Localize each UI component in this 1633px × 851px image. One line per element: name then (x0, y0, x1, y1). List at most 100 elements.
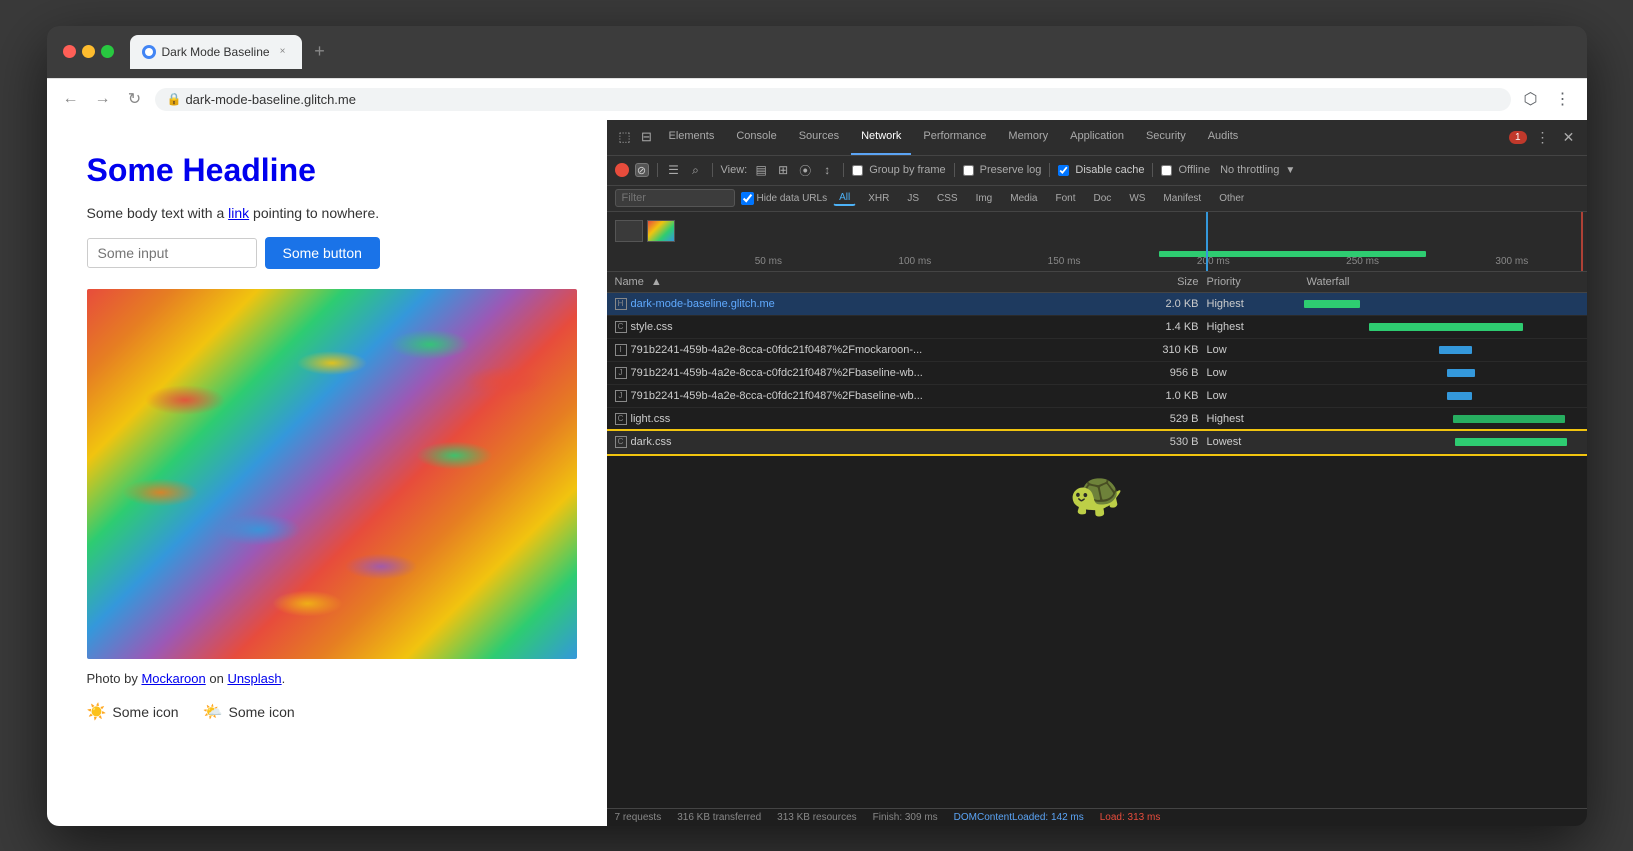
col-header-size[interactable]: Size (1119, 276, 1199, 288)
row-priority-7: Lowest (1199, 436, 1299, 448)
filter-all-tag[interactable]: All (833, 190, 856, 206)
table-row[interactable]: C dark.css 530 B Lowest (607, 431, 1587, 454)
table-row[interactable]: C style.css 1.4 KB Highest (607, 316, 1587, 339)
table-row[interactable]: I 791b2241-459b-4a2e-8cca-c0fdc21f0487%2… (607, 339, 1587, 362)
disable-cache-checkbox[interactable] (1058, 165, 1069, 176)
preserve-log-checkbox[interactable] (963, 165, 974, 176)
devtools-inspect-icon[interactable]: ⬚ (615, 127, 635, 147)
filter-ws-tag[interactable]: WS (1123, 191, 1151, 206)
page-headline: Some Headline (87, 152, 567, 189)
row-name-6: light.css (631, 413, 1119, 425)
extensions-icon[interactable]: ⬡ (1519, 87, 1543, 111)
toolbar-separator-2 (712, 163, 713, 177)
devtools-device-icon[interactable]: ⊟ (637, 127, 657, 147)
minimize-window-button[interactable] (82, 45, 95, 58)
row-size-1: 2.0 KB (1119, 298, 1199, 310)
view-icon-2[interactable]: ⊞ (775, 162, 791, 178)
row-icon-img: I (615, 344, 627, 356)
col-header-priority[interactable]: Priority (1199, 276, 1299, 288)
photo-credit-after: . (282, 671, 286, 686)
filter-css-tag[interactable]: CSS (931, 191, 964, 206)
view-icon-3[interactable]: ⦿ (797, 162, 813, 178)
offline-label: Offline (1178, 164, 1210, 176)
row-size-2: 1.4 KB (1119, 321, 1199, 333)
photo-credit: Photo by Mockaroon on Unsplash. (87, 671, 567, 686)
filter-xhr-tag[interactable]: XHR (862, 191, 895, 206)
tab-sources[interactable]: Sources (789, 120, 849, 155)
some-input[interactable] (87, 238, 257, 268)
devtools-more-button[interactable]: ⋮ (1533, 127, 1553, 147)
browser-tab[interactable]: Dark Mode Baseline × (130, 35, 302, 69)
waterfall-bar-1 (1304, 300, 1360, 308)
webpage-panel: Some Headline Some body text with a link… (47, 120, 607, 826)
devtools-badges: 1 ⋮ ✕ (1509, 127, 1579, 147)
table-row[interactable]: H dark-mode-baseline.glitch.me 2.0 KB Hi… (607, 293, 1587, 316)
secure-icon: 🔒 (167, 92, 182, 106)
group-by-frame-checkbox[interactable] (852, 165, 863, 176)
mockaroon-link[interactable]: Mockaroon (141, 671, 205, 686)
tab-elements[interactable]: Elements (659, 120, 725, 155)
table-row[interactable]: C light.css 529 B Highest (607, 408, 1587, 431)
row-priority-2: Highest (1199, 321, 1299, 333)
filter-img-tag[interactable]: Img (970, 191, 999, 206)
view-icon-4[interactable]: ↕ (819, 162, 835, 178)
load-time: Load: 313 ms (1100, 812, 1161, 823)
search-icon[interactable]: ⌕ (688, 162, 704, 178)
offline-checkbox[interactable] (1161, 165, 1172, 176)
row-priority-3: Low (1199, 344, 1299, 356)
error-badge: 1 (1509, 131, 1527, 144)
filter-icon[interactable]: ☰ (666, 162, 682, 178)
clear-button[interactable]: ⊘ (635, 163, 649, 177)
tab-security[interactable]: Security (1136, 120, 1196, 155)
row-priority-1: Highest (1199, 298, 1299, 310)
hide-urls-checkbox[interactable] (741, 192, 754, 205)
row-name-2: style.css (631, 321, 1119, 333)
view-icon-1[interactable]: ▤ (753, 162, 769, 178)
body-link[interactable]: link (228, 205, 249, 221)
maximize-window-button[interactable] (101, 45, 114, 58)
tab-audits[interactable]: Audits (1198, 120, 1249, 155)
photo-credit-middle: on (206, 671, 228, 686)
devtools-close-button[interactable]: ✕ (1559, 127, 1579, 147)
network-toolbar: ⊘ ☰ ⌕ View: ▤ ⊞ ⦿ ↕ Group by frame Prese… (607, 156, 1587, 186)
timeline-bar (697, 251, 1587, 257)
row-waterfall-7 (1299, 434, 1579, 450)
tab-favicon-icon (142, 45, 156, 59)
refresh-button[interactable]: ↻ (123, 87, 147, 111)
row-waterfall-2 (1299, 319, 1579, 335)
record-button[interactable] (615, 163, 629, 177)
hide-urls-toggle[interactable]: Hide data URLs (741, 192, 828, 205)
table-row[interactable]: J 791b2241-459b-4a2e-8cca-c0fdc21f0487%2… (607, 362, 1587, 385)
back-button[interactable]: ← (59, 87, 83, 111)
table-row[interactable]: J 791b2241-459b-4a2e-8cca-c0fdc21f0487%2… (607, 385, 1587, 408)
throttle-arrow[interactable]: ▼ (1285, 165, 1295, 176)
filter-js-tag[interactable]: JS (901, 191, 925, 206)
close-window-button[interactable] (63, 45, 76, 58)
tab-memory[interactable]: Memory (998, 120, 1058, 155)
row-icon-css2: C (615, 413, 627, 425)
tab-network[interactable]: Network (851, 120, 911, 155)
icon-item-1: ☀️ Some icon (87, 702, 179, 722)
waterfall-bar-5 (1447, 392, 1472, 400)
filter-other-tag[interactable]: Other (1213, 191, 1250, 206)
filter-manifest-tag[interactable]: Manifest (1157, 191, 1207, 206)
some-button[interactable]: Some button (265, 237, 380, 269)
throttle-label: No throttling (1220, 164, 1279, 176)
tab-close-button[interactable]: × (276, 45, 290, 59)
filter-font-tag[interactable]: Font (1050, 191, 1082, 206)
filter-input[interactable] (615, 189, 735, 207)
col-header-waterfall[interactable]: Waterfall (1299, 276, 1579, 288)
tab-console[interactable]: Console (726, 120, 786, 155)
dom-content-loaded: DOMContentLoaded: 142 ms (954, 812, 1084, 823)
col-header-name[interactable]: Name ▲ (615, 276, 1119, 288)
forward-button[interactable]: → (91, 87, 115, 111)
filter-doc-tag[interactable]: Doc (1088, 191, 1118, 206)
tab-application[interactable]: Application (1060, 120, 1134, 155)
unsplash-link[interactable]: Unsplash (227, 671, 281, 686)
new-tab-button[interactable]: + (306, 38, 334, 66)
waterfall-bar-6 (1453, 415, 1565, 423)
url-bar[interactable]: 🔒 dark-mode-baseline.glitch.me (155, 88, 1511, 111)
more-options-icon[interactable]: ⋮ (1551, 87, 1575, 111)
tab-performance[interactable]: Performance (913, 120, 996, 155)
filter-media-tag[interactable]: Media (1004, 191, 1043, 206)
